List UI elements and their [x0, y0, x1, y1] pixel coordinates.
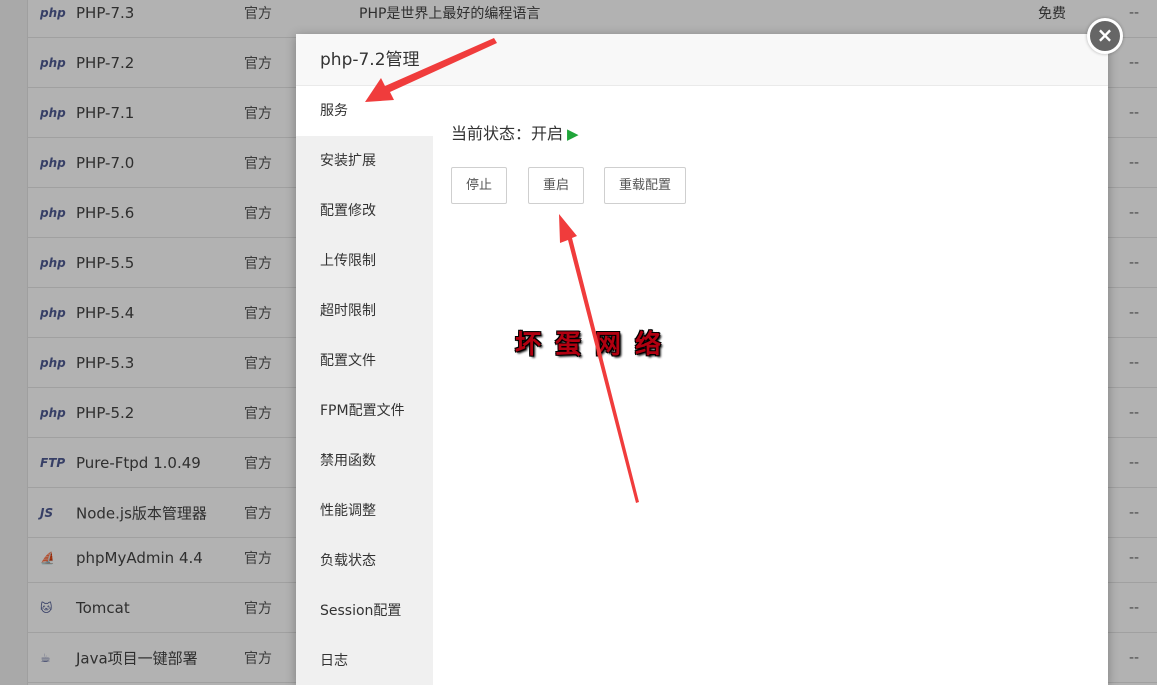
close-icon[interactable]: ×	[1087, 18, 1123, 54]
nav-item-performance-tuning[interactable]: 性能调整	[296, 486, 433, 536]
php-manage-modal: php-7.2管理 服务 安装扩展 配置修改 上传限制 超时限制 配置文件 FP…	[296, 34, 1108, 685]
stop-button[interactable]: 停止	[451, 167, 508, 204]
nav-item-upload-limit[interactable]: 上传限制	[296, 236, 433, 286]
nav-item-service[interactable]: 服务	[296, 86, 433, 136]
nav-item-timeout-limit[interactable]: 超时限制	[296, 286, 433, 336]
nav-item-config-modify[interactable]: 配置修改	[296, 186, 433, 236]
nav-item-install-extensions[interactable]: 安装扩展	[296, 136, 433, 186]
watermark-text: 坏蛋网络	[515, 330, 676, 360]
status-label: 当前状态：开启	[451, 124, 564, 143]
nav-item-config-file[interactable]: 配置文件	[296, 336, 433, 386]
service-status: 当前状态：开启 ▶	[451, 120, 579, 144]
nav-item-logs[interactable]: 日志	[296, 636, 433, 685]
modal-content: 当前状态：开启 ▶ 停止 重启 重载配置	[451, 86, 1108, 685]
nav-item-session-config[interactable]: Session配置	[296, 586, 433, 636]
nav-item-load-status[interactable]: 负载状态	[296, 536, 433, 586]
restart-button[interactable]: 重启	[528, 167, 585, 204]
nav-item-disabled-functions[interactable]: 禁用函数	[296, 436, 433, 486]
nav-item-fpm-config-file[interactable]: FPM配置文件	[296, 386, 433, 436]
modal-nav: 服务 安装扩展 配置修改 上传限制 超时限制 配置文件 FPM配置文件 禁用函数…	[296, 86, 433, 685]
reload-config-button[interactable]: 重载配置	[604, 167, 687, 204]
play-icon: ▶	[567, 125, 579, 143]
modal-title: php-7.2管理	[296, 34, 1108, 86]
